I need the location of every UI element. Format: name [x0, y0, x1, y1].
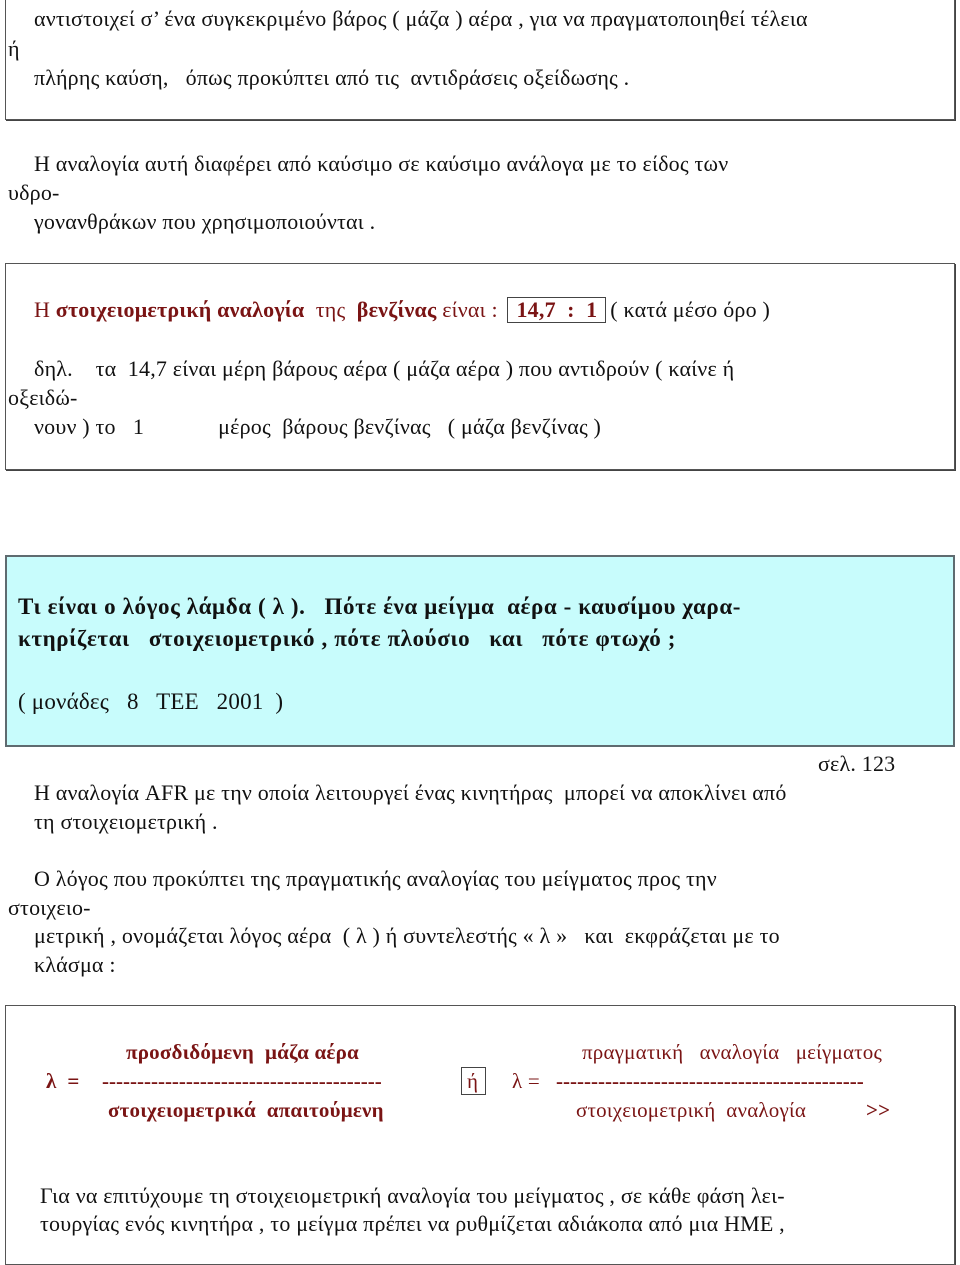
question-line-2: κτηρίζεται στοιχειομετρικό , πότε πλούσι…: [18, 626, 676, 651]
or-label: ή: [467, 1069, 479, 1093]
average-note: ( κατά μέσο όρο ): [610, 297, 771, 322]
formula-left-lhs: λ =: [46, 1069, 80, 1093]
more-marker: >>: [866, 1098, 891, 1122]
explain-line-3: νουν ) το 1 μέρος βάρους βενζίνας ( μάζα…: [34, 414, 602, 439]
statement-middle: της: [304, 297, 357, 322]
stoichiometric-statement: Η στοιχειομετρική αναλογία της βενζίνας …: [34, 297, 770, 323]
lambda-paragraph-line-3: μετρική , ονομάζεται λόγος αέρα ( λ ) ή …: [34, 923, 780, 948]
question-line-1: Τι είναι ο λόγος λάμδα ( λ ). Πότε ένα μ…: [18, 594, 742, 619]
page-reference: σελ. 123: [818, 751, 896, 776]
statement-suffix: είναι :: [436, 297, 504, 322]
ratio-value: 14,7 : 1: [507, 297, 607, 323]
fuel-paragraph-line-1: Η αναλογία αυτή διαφέρει από καύσιμο σε …: [34, 151, 729, 176]
explain-line-1: δηλ. τα 14,7 είναι μέρη βάρους αέρα ( μά…: [34, 356, 735, 381]
question-points: ( μονάδες 8 ΤΕΕ 2001 ): [18, 689, 284, 714]
formula-left-numerator: προσδιδόμενη μάζα αέρα: [126, 1040, 359, 1064]
formula-left-fraction-bar: ----------------------------------------: [102, 1069, 382, 1093]
lambda-paragraph-line-2: στοιχειο-: [8, 895, 91, 920]
afr-paragraph-line-1: Η αναλογία AFR με την οποία λειτουργεί έ…: [34, 780, 787, 805]
formula-right-numerator: πραγματική αναλογία μείγματος: [582, 1040, 883, 1064]
formula-left-denominator: στοιχειομετρικά απαιτούμενη: [108, 1098, 384, 1122]
formula-right-lhs: λ =: [512, 1069, 540, 1093]
fuel-paragraph-line-3: γονανθράκων που χρησιμοποιούνται .: [34, 209, 376, 234]
intro-line-1: αντιστοιχεί σ’ ένα συγκεκριμένο βάρος ( …: [34, 6, 808, 31]
term-gasoline: βενζίνας: [356, 297, 437, 322]
closing-line-2: τουργίας ενός κινητήρα , το μείγμα πρέπε…: [40, 1211, 785, 1236]
lambda-paragraph-line-1: Ο λόγος που προκύπτει της πραγματικής αν…: [34, 866, 717, 891]
statement-prefix: Η: [34, 297, 56, 322]
afr-paragraph-line-2: τη στοιχειομετρική .: [34, 809, 218, 834]
explain-line-2: οξειδώ-: [8, 385, 78, 410]
fuel-paragraph-line-2: υδρο-: [8, 180, 60, 205]
intro-line-2: ή: [8, 36, 20, 61]
term-stoichiometric-ratio: στοιχειομετρική αναλογία: [55, 297, 305, 322]
closing-line-1: Για να επιτύχουμε τη στοιχειομετρική ανα…: [40, 1183, 785, 1208]
intro-line-3: πλήρης καύση, όπως προκύπτει από τις αντ…: [34, 65, 630, 90]
lambda-paragraph-line-4: κλάσμα :: [34, 952, 116, 977]
formula-right-denominator: στοιχειομετρική αναλογία: [576, 1098, 807, 1122]
formula-right-fraction-bar: ----------------------------------------…: [556, 1069, 864, 1093]
